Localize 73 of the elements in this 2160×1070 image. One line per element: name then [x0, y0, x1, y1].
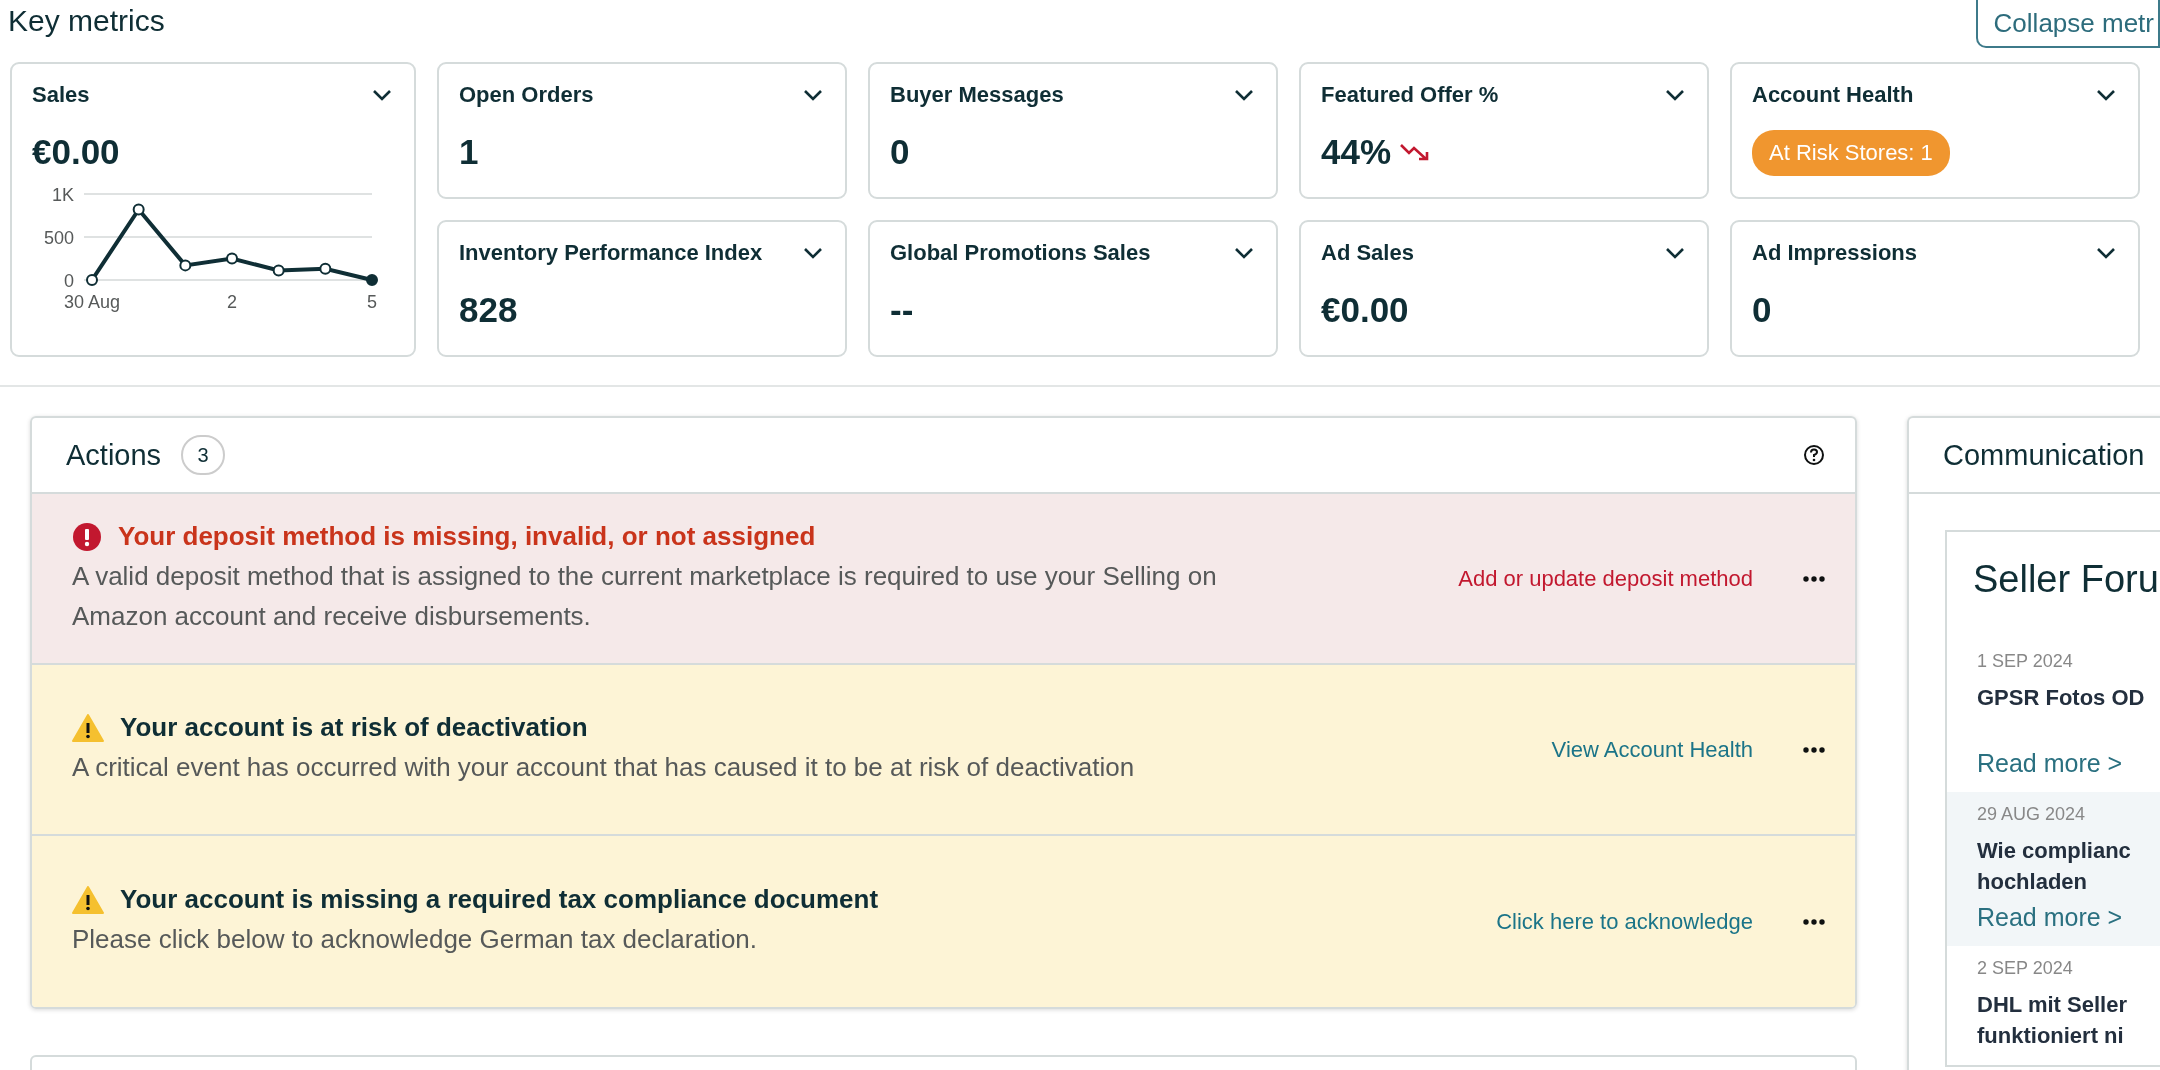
post-date: 2 SEP 2024	[1977, 958, 2074, 979]
more-options-icon[interactable]	[1803, 746, 1825, 753]
post-date: 1 SEP 2024	[1977, 651, 2074, 672]
point	[86, 274, 98, 286]
metric-title: Sales	[32, 82, 90, 108]
point	[132, 203, 145, 216]
collapse-button[interactable]: Collapse metr	[1975, 0, 2160, 48]
more-options-icon[interactable]	[1803, 575, 1825, 582]
panel-title: Actions	[66, 438, 162, 472]
point	[319, 262, 332, 275]
axis-tick-label: 0	[64, 271, 74, 291]
axis-tick-label: 1K	[51, 185, 74, 205]
count-badge: 3	[181, 435, 226, 475]
axis-tick-label: 500	[43, 228, 74, 248]
axis-tick-label: 30 Aug	[63, 292, 121, 312]
chevron-down-icon[interactable]	[803, 247, 823, 259]
metric-title: Inventory Performance Index	[459, 240, 763, 266]
action-description: A valid deposit method that is assigned to the current marketplace is required to use your Selling on Amazon account and receive disbursements.	[72, 560, 1218, 633]
metric-value: 0	[890, 132, 910, 172]
chevron-down-icon[interactable]	[803, 89, 823, 101]
action-link[interactable]: Add or update deposit method	[1458, 565, 1753, 592]
metric-value: €0.00	[1321, 290, 1409, 330]
metric-value: 828	[459, 290, 518, 330]
metric-title: Buyer Messages	[890, 82, 1064, 108]
point	[366, 274, 378, 286]
forum-post[interactable]: 2 SEP 2024 DHL mit Seller funktioniert ni	[1947, 946, 2160, 1065]
more-options-icon[interactable]	[1803, 918, 1825, 925]
forum-post[interactable]: 29 AUG 2024 Wie complianc hochladen Read more >	[1947, 792, 2160, 946]
chevron-down-icon[interactable]	[1234, 247, 1254, 259]
warning-icon	[72, 885, 104, 914]
warning-icon	[72, 713, 104, 742]
axis-tick-label: 2	[227, 292, 237, 312]
point	[272, 264, 285, 277]
read-more-link[interactable]: Read more >	[1977, 903, 2160, 932]
chevron-down-icon[interactable]	[2096, 89, 2116, 101]
chevron-down-icon[interactable]	[1234, 89, 1254, 101]
metric-value: 0	[1752, 290, 1772, 330]
metric-value: 44%	[1321, 132, 1392, 172]
point	[226, 252, 238, 265]
action-title: Your deposit method is missing, invalid, or not assigned	[118, 521, 816, 552]
action-description: A critical event has occurred with your account that has caused it to be at risk of deactivation	[72, 751, 1136, 784]
metric-value: €0.00	[32, 132, 120, 172]
chevron-down-icon[interactable]	[1665, 89, 1685, 101]
post-title: Wie complianc hochladen	[1977, 837, 2132, 896]
metric-title: Ad Impressions	[1752, 240, 1918, 266]
read-more-link[interactable]: Read more >	[1977, 749, 2160, 778]
status-badge: At Risk Stores: 1	[1752, 130, 1950, 176]
metric-title: Account Health	[1752, 82, 1914, 108]
metric-title: Open Orders	[459, 82, 594, 108]
metric-value: 1	[459, 132, 479, 172]
action-title: Your account is at risk of deactivation	[120, 712, 588, 743]
post-title: GPSR Fotos OD	[1977, 684, 2146, 712]
error-icon	[72, 521, 102, 552]
action-title: Your account is missing a required tax compliance document	[120, 884, 879, 915]
section-title: Key metrics	[8, 3, 165, 38]
metric-value: --	[890, 290, 914, 330]
metric-title: Featured Offer %	[1321, 82, 1499, 108]
post-date: 29 AUG 2024	[1977, 804, 2087, 825]
panel-title: Communication	[1943, 438, 2145, 472]
action-link[interactable]: View Account Health	[1551, 736, 1753, 763]
metric-title: Ad Sales	[1321, 240, 1414, 266]
post-title: DHL mit Seller funktioniert ni	[1977, 991, 2128, 1050]
metric-title: Global Promotions Sales	[890, 240, 1151, 266]
chevron-down-icon[interactable]	[1665, 247, 1685, 259]
chevron-down-icon[interactable]	[372, 89, 392, 101]
chevron-down-icon[interactable]	[2096, 247, 2116, 259]
action-description: Please click below to acknowledge German tax declaration.	[72, 923, 759, 956]
action-link[interactable]: Click here to acknowledge	[1496, 908, 1753, 935]
forum-post[interactable]: 1 SEP 2024 GPSR Fotos OD Read more >	[1947, 639, 2160, 792]
axis-tick-label: 5	[367, 292, 377, 312]
help-icon[interactable]	[1803, 444, 1825, 466]
forum-title: Seller Foru	[1972, 557, 2160, 602]
point	[179, 259, 192, 272]
